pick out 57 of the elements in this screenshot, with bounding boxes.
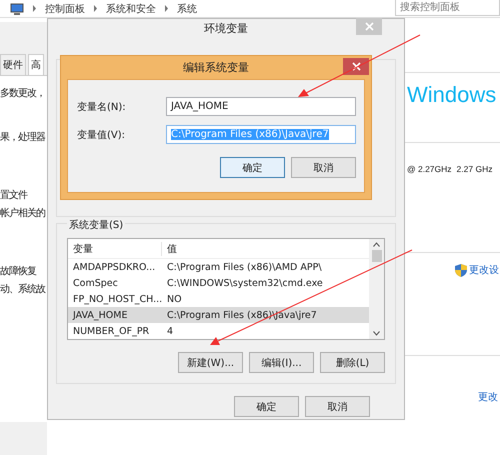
list-cell-text: ComSpec [72, 278, 119, 288]
close-icon [364, 22, 374, 31]
description-text: 帐户相关的 [0, 206, 46, 220]
list-row[interactable]: NUMBER_OF_PR 4 [68, 323, 369, 339]
processor-text: @ 2.27GHz [407, 164, 452, 174]
list-cell-text: NO [166, 294, 182, 304]
column-header[interactable]: 变量 [68, 242, 162, 256]
description-text: 多数更改， [0, 87, 46, 100]
list-row[interactable]: FP_NO_HOST_CH... NO [68, 291, 369, 307]
chevron-icon [32, 5, 37, 12]
dialog-button[interactable]: 确定 [234, 396, 299, 417]
group-title: 故障恢复 [0, 264, 38, 278]
computer-icon [10, 2, 24, 14]
change-link[interactable]: 更改 [478, 390, 498, 404]
field-label: 变量值(V): [77, 128, 126, 142]
description-text: 果，处理器 [0, 130, 46, 144]
list-cell-text: NUMBER_OF_PR [72, 326, 150, 336]
dialog-button[interactable]: 确定 [220, 157, 285, 178]
chevron-icon [164, 5, 169, 12]
change-settings-link[interactable]: 更改设 [469, 263, 499, 277]
search-field[interactable]: 搜索控制面板 [395, 0, 500, 16]
close-button[interactable] [343, 58, 369, 75]
list-row[interactable]: ComSpec C:\WINDOWS\system32\cmd.exe [68, 275, 369, 291]
scroll-thumb[interactable] [372, 250, 382, 262]
group-title: 置文件 [0, 188, 28, 202]
scroll-down-icon[interactable] [373, 331, 380, 336]
dialog-title: 编辑系统变量 [183, 60, 249, 75]
scrollbar[interactable] [369, 239, 384, 339]
dialog-button[interactable]: 取消 [291, 157, 356, 178]
close-icon [352, 62, 360, 71]
tab[interactable]: 高 [28, 54, 44, 75]
group-label: 系统变量(S) [67, 218, 126, 232]
list-action-button[interactable]: 新建(W)... [178, 352, 243, 373]
windows-wordmark: Windows [407, 82, 496, 108]
column-header[interactable]: 值 [162, 242, 177, 256]
input-field[interactable]: JAVA_HOME [166, 97, 356, 116]
field-label: 变量名(N): [77, 100, 127, 114]
list-cell-text: 4 [166, 326, 174, 336]
chevron-icon [93, 5, 98, 12]
description-text: 动、系统故 [0, 282, 46, 296]
tab[interactable]: 硬件 [0, 54, 26, 75]
list-cell-text: C:\Program Files (x86)\AMD APP\ [166, 262, 322, 272]
processor-text: 2.27 GHz [456, 164, 492, 174]
list-cell-text: AMDAPPSDKRO... [72, 262, 156, 272]
list-row[interactable]: AMDAPPSDKRO... C:\Program Files (x86)\AMD APP\ [68, 259, 369, 275]
breadcrumb-item[interactable]: 系统 [177, 2, 197, 16]
list-cell-text: C:\WINDOWS\system32\cmd.exe [166, 278, 323, 288]
scroll-up-icon[interactable] [373, 242, 380, 247]
list-cell-text: FP_NO_HOST_CH... [72, 294, 162, 304]
breadcrumb-item[interactable]: 控制面板 [45, 2, 85, 16]
breadcrumb-item[interactable]: 系统和安全 [106, 2, 156, 16]
shield-icon [455, 264, 467, 276]
list-action-button[interactable]: 编辑(I)... [249, 352, 314, 373]
dialog-title: 环境变量 [204, 20, 248, 36]
list-cell-text: JAVA_HOME [72, 310, 128, 320]
list-action-button[interactable]: 删除(L) [320, 352, 385, 373]
dialog-button[interactable]: 取消 [305, 396, 370, 417]
